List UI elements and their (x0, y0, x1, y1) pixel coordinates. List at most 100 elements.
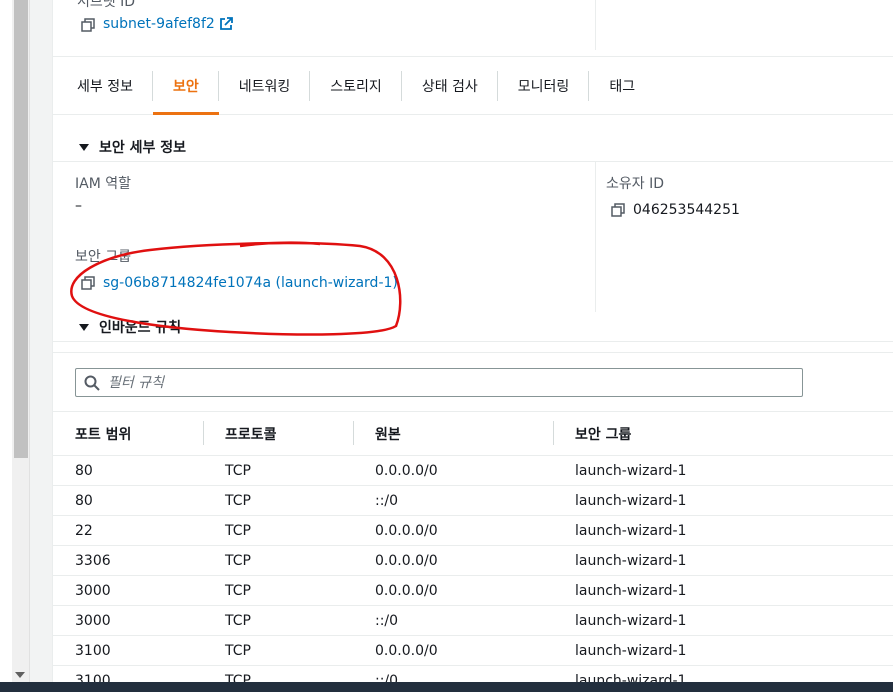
cell-source: 0.0.0.0/0 (375, 582, 438, 599)
cell-source: ::/0 (375, 492, 399, 509)
tab-monitoring[interactable]: 모니터링 (498, 57, 590, 115)
cell-security-group: launch-wizard-1 (575, 522, 687, 539)
cell-protocol: TCP (225, 552, 251, 569)
vertical-scrollbar[interactable] (12, 0, 30, 682)
subnet-link-text[interactable]: subnet-9afef8f2 (103, 16, 215, 32)
cell-source: 0.0.0.0/0 (375, 642, 438, 659)
security-group-label: 보안 그룹 (75, 249, 131, 265)
copy-icon[interactable] (611, 203, 625, 217)
table-row: 22 TCP 0.0.0.0/0 launch-wizard-1 (53, 516, 893, 546)
filter-rules-field[interactable] (75, 368, 803, 397)
column-header-security-group[interactable]: 보안 그룹 (553, 420, 853, 445)
cell-security-group: launch-wizard-1 (575, 462, 687, 479)
cell-protocol: TCP (225, 642, 251, 659)
tab-status-checks[interactable]: 상태 검사 (402, 57, 498, 115)
tab-details[interactable]: 세부 정보 (57, 57, 153, 115)
caret-down-icon[interactable] (79, 323, 89, 331)
cell-security-group: launch-wizard-1 (575, 552, 687, 569)
column-header-protocol[interactable]: 프로토콜 (203, 420, 353, 445)
table-body: 80 TCP 0.0.0.0/0 launch-wizard-1 80 TCP::/0 l… (53, 456, 893, 692)
tab-label[interactable]: 스토리지 (330, 76, 382, 96)
security-group-value: sg-06b8714824fe1074a (launch-wizard-1) (81, 275, 398, 291)
column-separator[interactable] (353, 420, 354, 445)
cell-port-range: 22 (75, 522, 93, 539)
table-row: 3000 TCP 0.0.0.0/0 launch-wizard-1 (53, 576, 893, 606)
inbound-rules-table: 포트 범위 프로토콜 원본 보안 그룹 80 TCP 0.0.0.0/0 launch… (53, 411, 893, 692)
cell-source: 0.0.0.0/0 (375, 552, 438, 569)
table-row: 3000 TCP::/0 launch-wizard-1 (53, 606, 893, 636)
iam-role-label: IAM 역할 (75, 176, 131, 192)
cell-security-group: launch-wizard-1 (575, 642, 687, 659)
column-divider (595, 0, 596, 50)
cell-port-range: 3000 (75, 582, 111, 599)
iam-role-value: – (75, 198, 82, 214)
subnet-id-label: 서브넷 ID (77, 0, 135, 10)
filter-rules-input[interactable] (108, 374, 788, 391)
subnet-link[interactable]: subnet-9afef8f2 (103, 16, 233, 32)
tab-label[interactable]: 모니터링 (518, 76, 570, 96)
cell-protocol: TCP (225, 522, 251, 539)
cell-source: 0.0.0.0/0 (375, 462, 438, 479)
cell-protocol: TCP (225, 612, 251, 629)
security-details-toggle[interactable]: 보안 세부 정보 (79, 137, 186, 157)
tab-label[interactable]: 네트워킹 (239, 76, 291, 96)
column-header-port-range[interactable]: 포트 범위 (53, 424, 203, 444)
cell-security-group: launch-wizard-1 (575, 492, 687, 509)
cell-protocol: TCP (225, 492, 251, 509)
scroll-down-arrow-icon[interactable] (15, 672, 25, 678)
subnet-section: 서브넷 ID subnet-9afef8f2 (53, 0, 893, 57)
column-header-label[interactable]: 보안 그룹 (575, 427, 631, 443)
column-header-source[interactable]: 원본 (353, 420, 553, 445)
cell-protocol: TCP (225, 582, 251, 599)
filter-area (53, 352, 893, 411)
security-group-link[interactable]: sg-06b8714824fe1074a (launch-wizard-1) (103, 275, 398, 291)
tab-label[interactable]: 태그 (609, 76, 635, 96)
copy-icon[interactable] (81, 276, 95, 290)
tab-label[interactable]: 상태 검사 (422, 76, 478, 96)
left-gutter (0, 0, 12, 692)
section-divider (53, 161, 893, 162)
inbound-rules-title[interactable]: 인바운드 규칙 (99, 317, 181, 337)
cell-port-range: 80 (75, 492, 93, 509)
column-header-label[interactable]: 포트 범위 (75, 427, 131, 443)
table-row: 3306 TCP 0.0.0.0/0 launch-wizard-1 (53, 546, 893, 576)
column-header-label[interactable]: 프로토콜 (225, 427, 277, 443)
table-row: 80 TCP::/0 launch-wizard-1 (53, 486, 893, 516)
tab-bar: 세부 정보 보안 네트워킹 스토리지 상태 검사 모니터링 태그 (53, 57, 893, 115)
search-icon (84, 375, 100, 391)
tab-storage[interactable]: 스토리지 (310, 57, 402, 115)
tab-label[interactable]: 보안 (173, 76, 199, 96)
cell-port-range: 3000 (75, 612, 111, 629)
os-taskbar (0, 682, 893, 692)
table-header: 포트 범위 프로토콜 원본 보안 그룹 (53, 411, 893, 456)
cell-protocol: TCP (225, 462, 251, 479)
tab-label[interactable]: 세부 정보 (77, 76, 133, 96)
cell-source: ::/0 (375, 612, 399, 629)
cell-security-group: launch-wizard-1 (575, 612, 687, 629)
cell-port-range: 80 (75, 462, 93, 479)
scrollbar-thumb[interactable] (14, 0, 28, 458)
copy-icon[interactable] (81, 18, 95, 32)
tab-tags[interactable]: 태그 (589, 57, 655, 115)
section-divider (53, 341, 893, 342)
column-separator[interactable] (203, 420, 204, 445)
instance-details-panel: 서브넷 ID subnet-9afef8f2 세부 정보 보안 네트워킹 스토리… (52, 0, 893, 689)
cell-source: 0.0.0.0/0 (375, 522, 438, 539)
column-divider (595, 162, 596, 312)
cell-security-group: launch-wizard-1 (575, 582, 687, 599)
security-details-title[interactable]: 보안 세부 정보 (99, 137, 186, 157)
inbound-rules-toggle[interactable]: 인바운드 규칙 (79, 317, 181, 337)
owner-id-value: 046253544251 (611, 202, 740, 218)
owner-id-label: 소유자 ID (606, 176, 664, 192)
tab-networking[interactable]: 네트워킹 (219, 57, 311, 115)
external-link-icon[interactable] (219, 17, 233, 31)
column-separator[interactable] (553, 420, 554, 445)
owner-id-text: 046253544251 (633, 202, 740, 218)
cell-port-range: 3100 (75, 642, 111, 659)
caret-down-icon[interactable] (79, 143, 89, 151)
cell-port-range: 3306 (75, 552, 111, 569)
table-row: 3100 TCP 0.0.0.0/0 launch-wizard-1 (53, 636, 893, 666)
table-row: 80 TCP 0.0.0.0/0 launch-wizard-1 (53, 456, 893, 486)
column-header-label[interactable]: 원본 (375, 427, 401, 443)
tab-security[interactable]: 보안 (152, 57, 219, 115)
